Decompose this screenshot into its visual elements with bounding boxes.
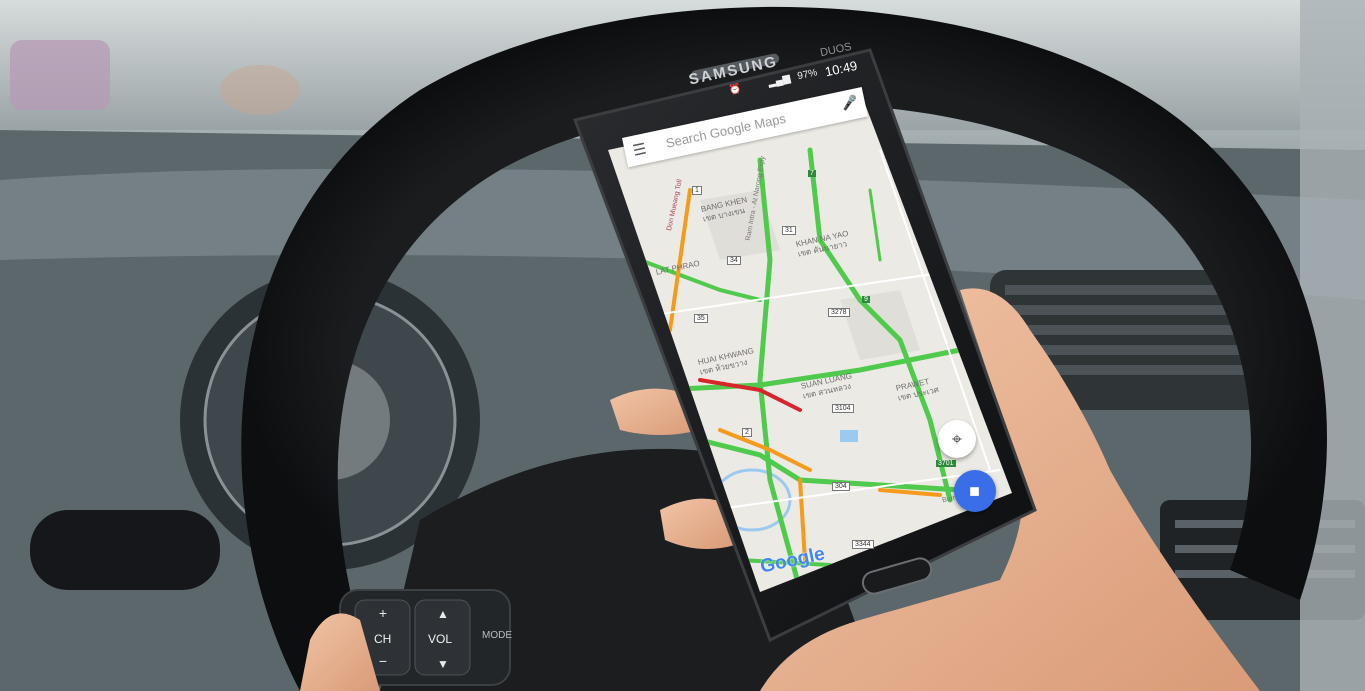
route-shield: 1 xyxy=(692,186,702,195)
route-shield: 34 xyxy=(727,256,741,265)
route-shield: 3344 xyxy=(852,540,874,549)
route-shield: 9 xyxy=(862,296,870,303)
route-shield: 3278 xyxy=(828,308,850,317)
vol-label: VOL xyxy=(428,632,453,646)
gauge-light xyxy=(10,40,110,110)
svg-text:−: − xyxy=(379,653,387,669)
my-location-button[interactable]: ⌖ xyxy=(938,420,976,458)
route-shield: 304 xyxy=(832,482,850,491)
route-shield: 2 xyxy=(742,428,752,437)
wiper-stalk xyxy=(30,510,220,590)
car-interior-photo: + − ▲ ▼ SAMSUNG DUOS ⏰ ▂▄▆ 97% 10:49 ☰ S… xyxy=(0,0,1365,691)
directions-button[interactable]: ◆ xyxy=(954,470,996,512)
svg-text:+: + xyxy=(379,605,387,621)
mode-label: MODE xyxy=(482,630,512,641)
svg-text:▲: ▲ xyxy=(437,607,449,621)
ch-label: CH xyxy=(374,632,392,646)
svg-text:▼: ▼ xyxy=(437,657,449,671)
directions-icon: ◆ xyxy=(964,480,986,502)
crosshair-icon: ⌖ xyxy=(951,428,963,449)
route-shield: 3104 xyxy=(832,404,854,413)
gauge-light xyxy=(220,65,300,115)
microphone-icon[interactable]: 🎤 xyxy=(840,93,859,112)
route-shield: 31 xyxy=(782,226,796,235)
alarm-icon: ⏰ xyxy=(728,83,743,97)
route-shield: 3701 xyxy=(936,460,956,467)
route-shield: 7 xyxy=(808,170,816,177)
background-scene: + − ▲ ▼ xyxy=(0,0,1365,691)
route-shield: 35 xyxy=(694,314,708,323)
hamburger-menu-icon[interactable]: ☰ xyxy=(631,139,648,159)
